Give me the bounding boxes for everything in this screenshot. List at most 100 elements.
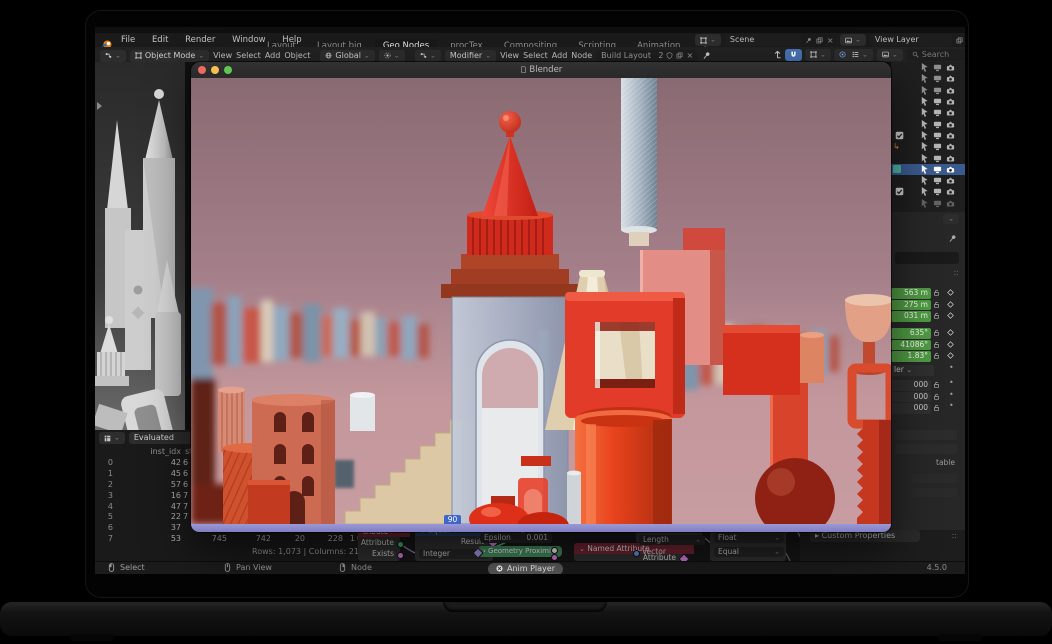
scene-copy-icon[interactable] (816, 37, 823, 44)
lock-icon[interactable] (933, 329, 940, 336)
checkbox-icon[interactable] (895, 131, 904, 140)
render-window-titlebar[interactable]: Blender (191, 62, 891, 78)
blender-logo-icon[interactable] (101, 35, 112, 46)
keyframe-icon[interactable] (947, 301, 954, 308)
col-inst-idx[interactable]: inst_idx (117, 447, 181, 456)
properties-pin-icon[interactable] (948, 234, 957, 243)
node-group-users[interactable]: 2 (658, 50, 663, 62)
properties-tab-dropdown[interactable]: ⌄ (943, 214, 959, 224)
unlink-nodegroup-icon[interactable]: × (686, 50, 693, 62)
scale-z-field[interactable]: 000 (891, 403, 931, 414)
property-field[interactable] (911, 474, 957, 483)
outliner-search-input[interactable]: Search (907, 49, 965, 61)
snap-mode-dropdown[interactable]: ⌄ (805, 49, 831, 61)
lock-icon[interactable] (933, 289, 940, 296)
keyframe-icon[interactable] (947, 341, 954, 348)
keyframe-icon[interactable] (947, 352, 954, 359)
lock-icon[interactable] (933, 352, 940, 359)
scene-pin-icon[interactable] (805, 37, 812, 44)
menu-render[interactable]: Render (178, 33, 222, 47)
insert-keyframe-icon[interactable] (773, 50, 782, 59)
outliner-row[interactable] (891, 198, 965, 209)
viewport-view-menu[interactable]: View (213, 49, 232, 63)
socket-exists[interactable] (397, 552, 404, 559)
snap-toggle[interactable] (785, 49, 802, 61)
animate-dot-icon[interactable]: • (949, 401, 954, 410)
spreadsheet-editor-type-button[interactable]: ⌄ (99, 432, 125, 444)
location-z-field[interactable]: 031 m (891, 311, 931, 322)
keyframe-icon[interactable] (947, 329, 954, 336)
viewport-add-menu[interactable]: Add (265, 49, 281, 63)
viewport-object-menu[interactable]: Object (284, 49, 310, 63)
viewport-select-menu[interactable]: Select (236, 49, 261, 63)
scale-x-field[interactable]: 000 (891, 380, 931, 391)
menu-edit[interactable]: Edit (145, 33, 175, 47)
nodes-view-menu[interactable]: View (500, 49, 519, 63)
player-scrub-bar[interactable] (191, 524, 891, 532)
new-nodegroup-icon[interactable] (676, 52, 683, 59)
scene-browse-button[interactable]: ⌄ (695, 34, 721, 46)
outliner-row[interactable] (891, 107, 965, 118)
clay-viewport[interactable] (95, 62, 185, 430)
socket-gp-out2[interactable] (551, 554, 558, 561)
node-group-field[interactable]: Build Layout 2 × (596, 50, 698, 62)
modifier-dropdown[interactable]: Modifier⌄ (445, 50, 496, 62)
nodes-add-menu[interactable]: Add (552, 49, 568, 63)
outliner-row-selected[interactable] (891, 164, 965, 175)
socket-attribute[interactable] (397, 541, 404, 548)
object-mode-dropdown[interactable]: Object Mode⌄ (130, 50, 209, 62)
orientation-dropdown[interactable]: Global⌄ (320, 50, 374, 62)
lock-icon[interactable] (933, 404, 940, 411)
viewlayer-copy-icon[interactable] (956, 37, 963, 44)
panel-options-icon[interactable]: :: (952, 531, 957, 540)
outliner-row[interactable] (891, 62, 965, 73)
viewport-editor-type-button[interactable]: ⌄ (100, 50, 126, 62)
outliner-row[interactable] (891, 152, 965, 163)
lock-icon[interactable] (933, 393, 940, 400)
object-name-field[interactable] (895, 252, 959, 264)
menu-file[interactable]: File (114, 33, 142, 47)
viewlayer-browse-button[interactable]: ⌄ (840, 34, 866, 46)
rotation-mode-dropdown[interactable]: ler ⌄ (891, 365, 934, 376)
anim-player-button[interactable]: Anim Player (488, 563, 563, 575)
length-dropdown[interactable]: Length⌄ (639, 535, 705, 545)
scale-y-field[interactable]: 000 (891, 392, 931, 403)
rotation-z-field[interactable]: 1.83° (891, 351, 931, 362)
animate-dot-icon[interactable]: • (949, 378, 954, 387)
compare-type-dropdown[interactable]: Float⌄ (714, 533, 784, 543)
fake-user-icon[interactable] (666, 52, 673, 59)
keyframe-icon[interactable] (947, 312, 954, 319)
lock-icon[interactable] (933, 341, 940, 348)
table-row[interactable]: 7537457422022810. (95, 534, 365, 545)
location-y-field[interactable]: 275 m (891, 300, 931, 311)
compare-op-dropdown[interactable]: Equal⌄ (714, 547, 784, 557)
socket-gp-out1[interactable] (551, 547, 558, 554)
outliner-row[interactable] (891, 85, 965, 96)
pin-node-icon[interactable] (702, 51, 711, 60)
property-field[interactable] (911, 488, 957, 497)
scene-close-icon[interactable]: × (827, 36, 834, 45)
property-field[interactable] (895, 430, 957, 440)
pivot-dropdown[interactable]: ⌄ (379, 50, 405, 62)
outliner-row[interactable] (891, 73, 965, 84)
nodes-node-menu[interactable]: Node (571, 49, 592, 63)
animate-dot-icon[interactable]: • (949, 390, 954, 399)
outliner-row[interactable]: ↳ (891, 141, 965, 152)
outliner-row[interactable] (891, 130, 965, 141)
lock-icon[interactable] (933, 312, 940, 319)
outliner-row[interactable] (891, 96, 965, 107)
rotation-y-field[interactable]: 41086° (891, 340, 931, 351)
panel-options-icon[interactable]: :: (954, 268, 959, 277)
lock-icon[interactable] (933, 301, 940, 308)
keyframe-icon[interactable] (947, 289, 954, 296)
scene-name-field[interactable]: Scene (725, 34, 801, 46)
socket-vector[interactable] (633, 550, 640, 557)
nodes-select-menu[interactable]: Select (523, 49, 548, 63)
outliner-filter-type-dropdown[interactable]: ⌄ (877, 49, 903, 61)
viewlayer-name-field[interactable]: View Layer (870, 34, 952, 46)
property-field[interactable] (895, 444, 957, 454)
epsilon-input[interactable]: Epsilon0.001 (480, 533, 552, 543)
nodes-editor-type-button[interactable]: ⌄ (415, 50, 441, 62)
render-window[interactable]: Blender (191, 62, 891, 532)
outliner-display-dropdown[interactable]: ⌄ (847, 49, 873, 61)
